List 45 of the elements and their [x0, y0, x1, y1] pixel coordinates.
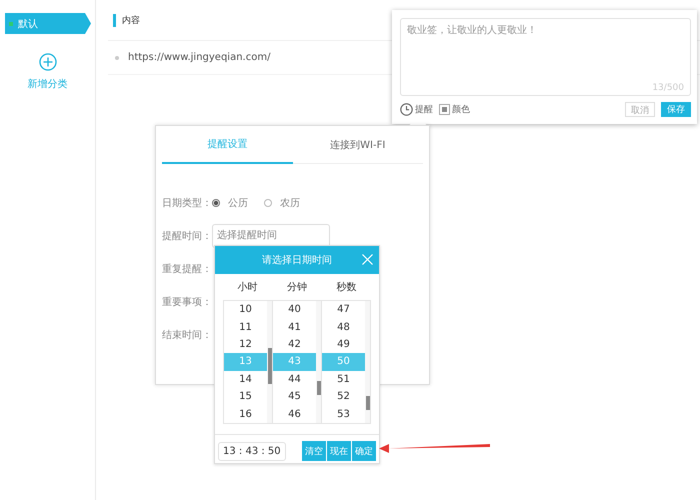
field-label: 重复提醒： [162, 262, 208, 276]
field-label: 日期类型： [162, 196, 208, 210]
field-label: 提醒时间： [162, 230, 208, 242]
time-option[interactable]: 44 [273, 370, 316, 388]
scrollbar-thumb[interactable] [366, 396, 370, 410]
time-option[interactable]: 42 [273, 336, 316, 354]
time-option[interactable]: 47 [322, 301, 365, 318]
time-value-field[interactable]: 13 : 43 : 50 [218, 442, 286, 460]
field-label: 重要事项： [162, 296, 208, 308]
time-option[interactable]: 11 [224, 318, 267, 336]
column-heading: 小时 [236, 280, 259, 294]
tab[interactable]: 连接到WI-FI [292, 126, 423, 164]
field-label: 结束时间： [162, 328, 208, 342]
time-option[interactable]: 40 [273, 301, 316, 318]
clock-icon [400, 102, 413, 116]
time-option[interactable]: 49 [322, 336, 365, 354]
accent-bar [113, 14, 116, 26]
picker-header: 请选择日期时间 [215, 246, 379, 274]
section-title: 内容 [122, 14, 140, 26]
time-option[interactable]: 48 [322, 318, 365, 336]
column-heading: 分钟 [286, 280, 308, 294]
time-option[interactable]: 45 [273, 388, 316, 406]
time-option[interactable]: 16 [224, 405, 267, 423]
column-heading: 秒数 [335, 280, 358, 294]
time-option[interactable]: 14 [224, 370, 267, 388]
time-option[interactable]: 12 [224, 336, 267, 354]
time-option[interactable]: 46 [273, 405, 316, 423]
close-icon [362, 254, 373, 265]
note-text[interactable]: https://www.jingyeqian.com/ [128, 52, 270, 63]
scrollbar-thumb[interactable] [268, 348, 272, 384]
color-button[interactable]: 颜色 [439, 102, 470, 116]
time-option[interactable]: 53 [322, 405, 365, 423]
time-option[interactable]: 15 [224, 388, 267, 406]
color-swatch-icon [439, 104, 450, 114]
time-option[interactable]: 10 [224, 301, 267, 318]
time-input-field[interactable]: 选择提醒时间 [212, 224, 330, 248]
radio-option[interactable]: 公历 [212, 196, 248, 210]
time-option[interactable]: 52 [322, 388, 365, 406]
bullet-dot [115, 56, 119, 60]
radio-option[interactable]: 农历 [264, 196, 300, 210]
add-icon [38, 53, 56, 71]
time-option[interactable]: 51 [322, 370, 365, 388]
time-option[interactable]: 41 [273, 318, 316, 336]
reminder-button[interactable]: 提醒 [400, 102, 433, 116]
scrollbar-thumb[interactable] [317, 381, 321, 395]
